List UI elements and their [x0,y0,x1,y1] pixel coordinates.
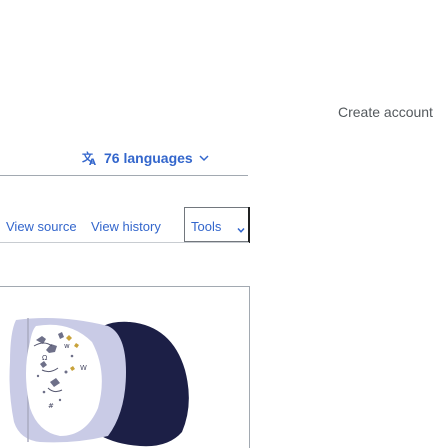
translate-icon: 文 A [82,150,98,166]
page: Create account 文 A 76 languages View sou… [0,0,448,448]
language-button[interactable]: 文 A 76 languages [82,150,209,166]
create-account-link[interactable]: Create account [338,104,433,120]
tabbar-top-border [0,175,248,176]
svg-text:A: A [89,158,96,166]
svg-text:w: w [64,342,70,350]
tools-dropdown-label: Tools [191,219,222,234]
svg-text:Ω: Ω [42,354,48,362]
tools-dropdown[interactable]: Tools [184,207,248,242]
tabbar-bottom-border [0,242,249,243]
tab-view-source[interactable]: View source [6,219,77,234]
svg-text:#: # [48,402,54,410]
content-right-border [249,286,250,448]
language-count-label: 76 languages [104,150,193,166]
tools-dropdown-edge [248,207,250,243]
svg-text:W: W [80,364,87,372]
content-divider [0,286,249,287]
tab-view-history[interactable]: View history [91,219,161,234]
tools-chevron-down-icon [237,221,245,239]
article-thumbnail-image: w W Ω # [9,318,189,447]
chevron-down-icon [199,154,209,162]
